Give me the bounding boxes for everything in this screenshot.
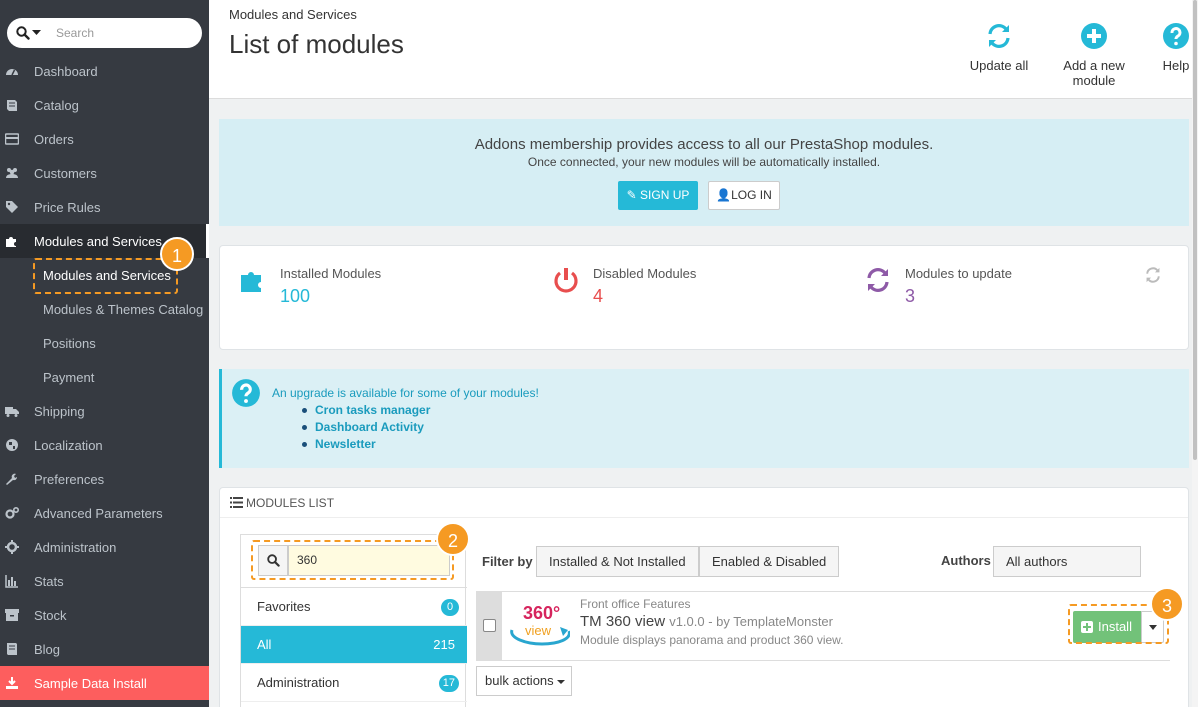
sign-up-button[interactable]: ✎ SIGN UP — [618, 181, 698, 210]
page-scrollbar[interactable] — [1192, 0, 1198, 707]
addons-title: Addons membership provides access to all… — [474, 136, 934, 153]
submenu-payment[interactable]: Payment — [0, 360, 209, 394]
callout-badge-2: 2 — [436, 522, 470, 556]
row-select-cell — [476, 592, 502, 660]
power-icon — [554, 268, 578, 293]
authors-label: Authors — [941, 553, 991, 568]
callout-badge-3: 3 — [1150, 587, 1184, 621]
refresh-stats-icon[interactable] — [1144, 266, 1162, 284]
module-row: 360° view Front office Features TM 360 v… — [476, 591, 1170, 661]
callout-box-2 — [251, 540, 454, 580]
breadcrumb[interactable]: Modules and Services — [229, 7, 357, 22]
nav-item-sample-data-install[interactable]: Sample Data Install — [0, 666, 209, 700]
module-logo-text: 360° — [523, 603, 560, 623]
cogs-icon — [5, 507, 19, 519]
book-icon — [7, 643, 17, 655]
nav-item-dashboard[interactable]: Dashboard — [0, 54, 209, 88]
bar-chart-icon — [5, 575, 18, 588]
truck-icon — [5, 407, 19, 417]
nav-item-orders[interactable]: Orders — [0, 122, 209, 156]
nav-item-advanced-parameters[interactable]: Advanced Parameters — [0, 496, 209, 530]
credit-card-icon — [5, 133, 19, 145]
authors-select[interactable]: All authors — [993, 546, 1141, 577]
nav-item-stock[interactable]: Stock — [0, 598, 209, 632]
tags-icon — [6, 201, 18, 213]
nav-item-price-rules[interactable]: Price Rules — [0, 190, 209, 224]
puzzle-icon — [241, 272, 261, 292]
nav-item-administration[interactable]: Administration — [0, 530, 209, 564]
book-icon — [7, 100, 17, 111]
module-logo: 360° view — [510, 603, 570, 646]
upgrade-link-dashboard-activity[interactable]: Dashboard Activity — [302, 420, 430, 437]
plus-circle-icon — [1081, 23, 1107, 49]
cog-icon — [5, 540, 19, 554]
category-administration[interactable]: Administration 17 — [241, 664, 467, 702]
users-icon — [6, 168, 18, 178]
nav-item-customers[interactable]: Customers — [0, 156, 209, 190]
upgrade-module-list: Cron tasks manager Dashboard Activity Ne… — [302, 403, 430, 454]
puzzle-icon — [6, 237, 16, 247]
pencil-icon: ✎ — [626, 188, 637, 202]
upgrade-link-cron[interactable]: Cron tasks manager — [302, 403, 430, 420]
nav-item-preferences[interactable]: Preferences — [0, 462, 209, 496]
count-badge: 215 — [433, 637, 455, 652]
filter-by-label: Filter by — [482, 554, 533, 569]
archive-icon — [5, 609, 19, 621]
filter-installed-button[interactable]: Installed & Not Installed — [536, 546, 699, 577]
refresh-icon — [988, 24, 1010, 48]
upgrade-link-newsletter[interactable]: Newsletter — [302, 437, 430, 454]
user-icon: 👤 — [716, 188, 732, 202]
list-icon — [230, 497, 243, 508]
globe-icon — [6, 439, 18, 451]
module-version: v1.0.0 - by TemplateMonster — [669, 614, 833, 629]
refresh-icon — [867, 268, 889, 292]
nav-item-shipping[interactable]: Shipping — [0, 394, 209, 428]
nav-item-localization[interactable]: Localization — [0, 428, 209, 462]
add-new-module-button[interactable]: Add a new module — [1041, 22, 1147, 88]
question-circle-icon — [1163, 23, 1189, 49]
sidebar: Search Dashboard Catalog Orders Customer… — [0, 0, 209, 707]
upgrade-notice: An upgrade is available for some of your… — [219, 369, 1189, 468]
search-input[interactable]: Search — [56, 26, 94, 40]
module-logo-subtext: view — [525, 623, 552, 638]
upgrade-text: An upgrade is available for some of your… — [272, 386, 539, 400]
modules-list-panel: MODULES LIST 360 Favorites 0 All 215 Adm… — [219, 487, 1189, 707]
help-button[interactable]: Help — [1157, 22, 1195, 73]
callout-badge-1: 1 — [160, 237, 194, 271]
search-box[interactable]: Search — [7, 18, 202, 48]
row-checkbox[interactable] — [483, 619, 496, 632]
dashboard-icon — [6, 69, 18, 76]
module-name: TM 360 view v1.0.0 - by TemplateMonster — [580, 613, 833, 630]
bulk-actions-button[interactable]: bulk actions — [476, 666, 572, 696]
download-icon — [6, 677, 18, 689]
nav-item-blog[interactable]: Blog — [0, 632, 209, 666]
nav-item-stats[interactable]: Stats — [0, 564, 209, 598]
addons-subtitle: Once connected, your new modules will be… — [527, 155, 881, 169]
scrollbar-thumb[interactable] — [1193, 0, 1197, 460]
chevron-down-icon[interactable] — [32, 30, 41, 36]
page-header: Modules and Services List of modules Upd… — [209, 0, 1198, 99]
submenu-positions[interactable]: Positions — [0, 326, 209, 360]
wrench-icon — [6, 473, 18, 485]
log-in-button[interactable]: 👤LOG IN — [708, 181, 780, 210]
category-all[interactable]: All 215 — [241, 626, 467, 664]
modules-list-header: MODULES LIST — [220, 488, 1188, 518]
addons-banner: Addons membership provides access to all… — [219, 119, 1189, 226]
submenu-modules-themes-catalog[interactable]: Modules & Themes Catalog — [0, 292, 209, 326]
question-circle-icon — [232, 379, 260, 407]
module-description: Module displays panorama and product 360… — [580, 633, 844, 647]
callout-box-1 — [33, 258, 178, 294]
filter-enabled-button[interactable]: Enabled & Disabled — [699, 546, 840, 577]
count-badge: 0 — [441, 599, 459, 616]
search-icon — [16, 26, 30, 40]
module-category: Front office Features — [580, 597, 691, 611]
category-favorites[interactable]: Favorites 0 — [241, 588, 467, 626]
count-badge: 17 — [438, 675, 459, 692]
module-stats-panel: Installed Modules 100 Disabled Modules 4… — [219, 245, 1189, 350]
page-title: List of modules — [229, 29, 404, 59]
update-all-button[interactable]: Update all — [969, 22, 1029, 73]
nav-item-catalog[interactable]: Catalog — [0, 88, 209, 122]
filter-bar: Filter by Installed & Not Installed Enab… — [482, 546, 1182, 578]
